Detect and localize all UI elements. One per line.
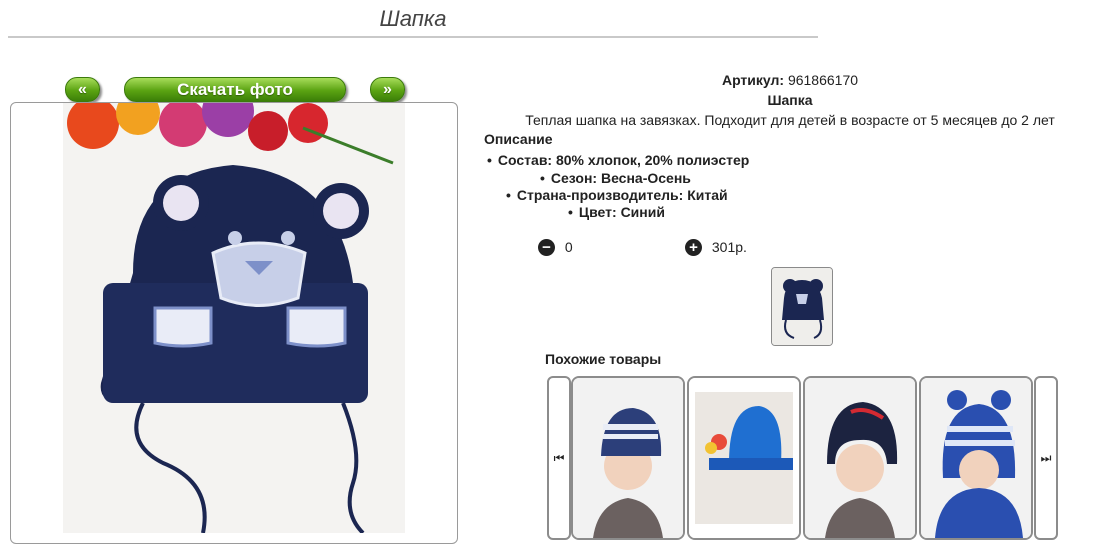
product-name: Шапка [767,92,813,108]
article-line: Артикул: 961866170 [470,72,1105,88]
next-photo-button[interactable]: » [370,77,405,102]
quantity-value: 0 [564,239,573,256]
similar-item-3[interactable] [803,376,917,540]
property-composition: Состав: 80% хлопок, 20% полиэстер [487,152,749,168]
quantity-control: − 0 [538,238,573,256]
price: 301р. [711,239,747,256]
property-country: Страна-производитель: Китай [506,187,728,203]
photo-thumbnail[interactable] [771,267,833,346]
minus-icon[interactable]: − [538,238,555,256]
product-description: Теплая шапка на завязках. Подходит для д… [525,112,1055,128]
similar-item-2[interactable] [687,376,801,540]
article-value: 961866170 [787,72,859,88]
carousel-prev-button[interactable]: ⏮ [547,376,571,540]
similar-item-1-image [573,378,683,538]
similar-item-2-image [689,378,799,538]
property-color: Цвет: Синий [568,204,665,220]
article-label: Артикул: [721,72,785,88]
product-photo[interactable] [10,102,458,544]
description-heading: Описание [484,131,553,147]
carousel-next-button[interactable]: ⏭ [1034,376,1058,540]
similar-item-4[interactable] [919,376,1033,540]
plus-icon[interactable]: + [685,238,702,256]
add-to-cart-control: + 301р. [685,238,747,256]
similar-item-3-image [805,378,915,538]
prev-photo-button[interactable]: « [65,77,100,102]
skip-next-icon: ⏭ [1040,451,1052,465]
hat-photo-illustration [63,103,405,533]
download-photo-button[interactable]: Скачать фото [124,77,346,102]
skip-prev-icon: ⏮ [553,451,565,465]
similar-item-1[interactable] [571,376,685,540]
title-divider [8,36,818,38]
property-season: Сезон: Весна-Осень [540,170,691,186]
similar-products-heading: Похожие товары [545,351,662,367]
thumbnail-hat-icon [772,268,832,345]
similar-item-4-image [921,378,1031,538]
page-title: Шапка [379,6,447,31]
